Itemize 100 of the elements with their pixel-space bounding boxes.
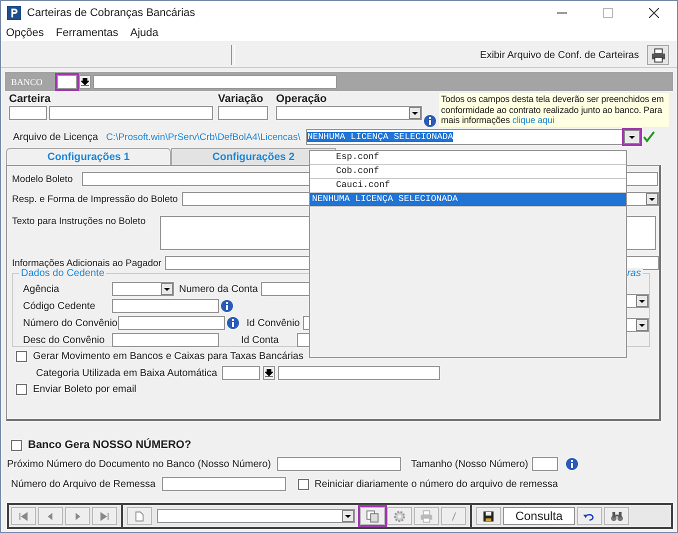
enviar-label: Enviar Boleto por email: [33, 384, 136, 395]
gerar-checkbox[interactable]: [16, 351, 27, 362]
codigo-cedente-label: Código Cedente: [23, 300, 96, 312]
gear-button[interactable]: [387, 507, 412, 525]
cedente-group-title: Dados do Cedente: [19, 268, 106, 279]
agencia-label: Agência: [23, 284, 60, 294]
texto-label: Texto para Instruções no Boleto: [12, 216, 147, 227]
agencia-dropdown[interactable]: [112, 282, 174, 296]
codigo-cedente-field[interactable]: [112, 299, 219, 313]
carteira-label: Carteira: [9, 93, 52, 105]
proximo-label: Próximo Número do Documento no Banco (Nosso Número): [7, 458, 271, 470]
mode-field: Consulta: [503, 507, 575, 525]
operacao-dropdown[interactable]: [276, 106, 422, 120]
undo-button[interactable]: [577, 507, 602, 525]
info-icon[interactable]: [226, 317, 238, 329]
categoria-code-field[interactable]: [222, 366, 260, 380]
help-link[interactable]: clique aqui: [512, 115, 554, 125]
remessa-label: Número do Arquivo de Remessa: [11, 478, 156, 490]
undo-icon: [583, 512, 596, 520]
maximize-icon[interactable]: [603, 8, 613, 18]
info-icon[interactable]: [424, 115, 436, 127]
caret-icon: [412, 112, 418, 114]
close-icon[interactable]: [649, 8, 659, 18]
last-record-button[interactable]: [92, 507, 117, 525]
dropdown-arrow-button[interactable]: [624, 130, 640, 144]
dropdown-option[interactable]: Cob.conf: [310, 165, 626, 179]
triangle-left-icon: [46, 512, 55, 520]
desc-convenio-field[interactable]: [112, 333, 219, 347]
caret-icon: [629, 136, 636, 138]
slash-icon: [450, 510, 458, 522]
caret-icon: [639, 300, 645, 302]
previous-button[interactable]: [38, 507, 63, 525]
download-button[interactable]: [79, 74, 91, 88]
menu-item[interactable]: Ajuda: [130, 27, 158, 39]
copy-button[interactable]: [360, 507, 385, 525]
caret-icon: [649, 198, 655, 200]
gear-icon: [393, 510, 406, 522]
new-document-button[interactable]: [127, 507, 152, 525]
menu-item[interactable]: Ferramentas: [56, 27, 118, 39]
modelo-label: Modelo Boleto: [12, 174, 74, 184]
reiniciar-checkbox[interactable]: [298, 478, 309, 490]
license-label: Arquivo de Licença: [13, 132, 98, 142]
tamanho-label: Tamanho (Nosso Número): [411, 458, 528, 470]
categoria-name-field[interactable]: [278, 366, 440, 380]
info-icon[interactable]: [566, 458, 578, 470]
download-icon: [81, 78, 89, 86]
next-button[interactable]: [65, 507, 90, 525]
numero-conta-label: Numero da Conta: [179, 284, 258, 294]
nosso-numero-checkbox[interactable]: [11, 440, 22, 450]
resp-label: Resp. e Forma de Impressão do Boleto: [12, 194, 178, 204]
binoculars-icon: [610, 510, 624, 522]
info-adicionais-label: Informações Adicionais ao Pagador: [12, 258, 162, 268]
variacao-label: Variação: [218, 93, 264, 105]
id-conta-label: Id Conta: [241, 334, 280, 346]
license-dropdown[interactable]: NENHUMA LICENÇA SELECIONADA: [306, 129, 624, 145]
menu-item[interactable]: Opções: [6, 27, 44, 39]
dropdown-option[interactable]: Cauci.conf: [310, 179, 626, 193]
tamanho-field[interactable]: [532, 457, 558, 471]
info-note: Todos os campos desta tela deverão ser preenchidos em conformidade ao contrato realizado junto ao banco. Para mais informações clique aqui: [439, 93, 669, 126]
caret-icon: [345, 514, 351, 518]
record-dropdown[interactable]: [157, 509, 355, 523]
carteira-name-field[interactable]: [49, 106, 213, 120]
first-record-button[interactable]: [11, 507, 36, 525]
toolbar-label: Exibir Arquivo de Conf. de Carteiras: [480, 50, 639, 60]
printer-icon: [650, 48, 666, 62]
banco-label: BANCO: [11, 76, 44, 86]
categoria-label: Categoria Utilizada em Baixa Automática: [36, 368, 218, 378]
printer-button[interactable]: [647, 45, 669, 65]
window-title: Carteiras de Cobranças Bancárias: [27, 7, 196, 19]
copy-icon: [366, 510, 379, 522]
caret-icon: [164, 288, 170, 290]
caret-icon: [639, 324, 645, 326]
remessa-field[interactable]: [162, 477, 286, 491]
variacao-field[interactable]: [218, 106, 268, 120]
banco-code-field[interactable]: [57, 74, 77, 88]
numero-convenio-field[interactable]: [118, 316, 224, 330]
download-icon: [265, 369, 274, 377]
print-button[interactable]: [414, 507, 439, 525]
skip-forward-icon: [100, 512, 109, 520]
app-logo-icon: [7, 6, 21, 20]
save-button[interactable]: [476, 507, 501, 525]
binoculars-button[interactable]: [604, 507, 629, 525]
printer-icon: [420, 510, 433, 522]
check-icon: [643, 131, 656, 143]
dropdown-option[interactable]: Esp.conf: [310, 151, 626, 165]
triangle-right-icon: [73, 512, 82, 520]
operacao-label: Operação: [276, 93, 328, 105]
info-icon[interactable]: [221, 300, 233, 312]
carteira-code-field[interactable]: [9, 106, 47, 120]
banco-name-field[interactable]: [93, 74, 337, 88]
dropdown-option[interactable]: NENHUMA LICENÇA SELECIONADA: [310, 193, 626, 207]
download-button[interactable]: [263, 366, 276, 380]
numero-convenio-label: Número do Convênio: [23, 318, 118, 328]
id-convenio-label: Id Convênio: [246, 318, 301, 328]
proximo-field[interactable]: [277, 457, 401, 471]
enviar-checkbox[interactable]: [16, 384, 27, 395]
reiniciar-label: Reiniciar diariamente o número do arquivo de remessa: [314, 478, 558, 490]
nosso-numero-label: Banco Gera NOSSO NÚMERO?: [28, 439, 192, 451]
skip-back-icon: [19, 512, 28, 520]
document-icon: [135, 510, 144, 522]
